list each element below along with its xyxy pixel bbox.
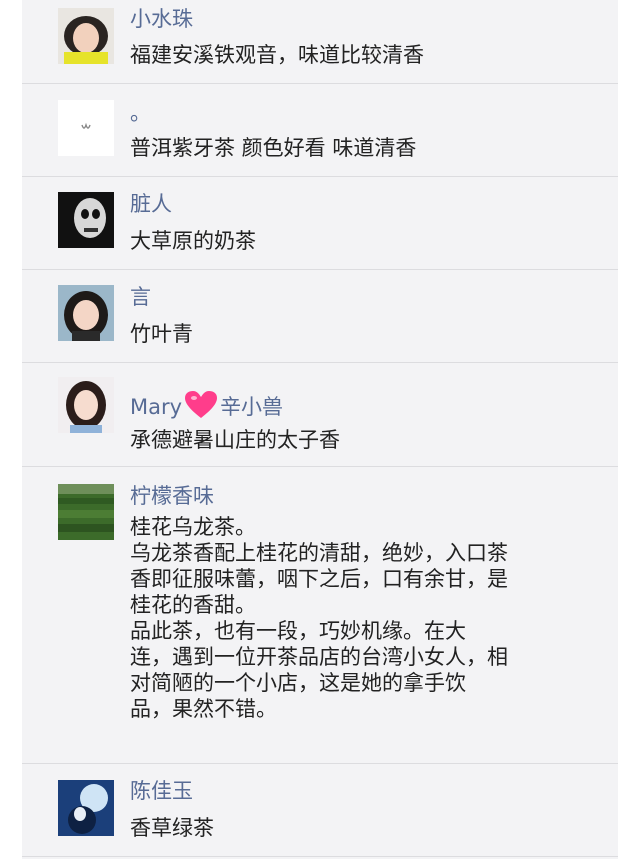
avatar-icon[interactable] [58,377,114,433]
commenter-name-suffix: 辛小兽 [220,395,284,419]
commenter-name[interactable]: 。 [130,100,151,126]
avatar-icon[interactable] [58,285,114,341]
comment-text: 承德避暑山庄的太子香 [130,428,340,452]
comment-text: 普洱紫牙茶 颜色好看 味道清香 [130,136,417,160]
avatar-icon[interactable] [58,780,114,836]
commenter-name[interactable]: 陈佳玉 [130,778,193,804]
commenter-name[interactable]: 小水珠 [130,6,193,32]
commenter-name[interactable]: Mary 辛小兽 [130,390,283,426]
comment-text: 桂花乌龙茶。 乌龙茶香配上桂花的清甜，绝妙，入口茶 香即征服味蕾，咽下之后，口有… [130,515,508,721]
commenter-name[interactable]: 脏人 [130,191,172,217]
comment-text: 香草绿茶 [130,816,214,840]
commenter-name[interactable]: 柠檬香味 [130,483,214,509]
avatar-icon[interactable] [58,100,114,156]
comment-text: 大草原的奶茶 [130,229,256,253]
avatar-icon[interactable] [58,484,114,540]
avatar-icon[interactable] [58,192,114,248]
commenter-name-text: Mary [130,395,183,419]
comment-text: 福建安溪铁观音，味道比较清香 [130,43,424,67]
comment-text: 竹叶青 [130,322,193,346]
heart-emoji-icon [184,390,218,426]
avatar-icon[interactable] [58,8,114,64]
commenter-name[interactable]: 言 [130,284,151,310]
